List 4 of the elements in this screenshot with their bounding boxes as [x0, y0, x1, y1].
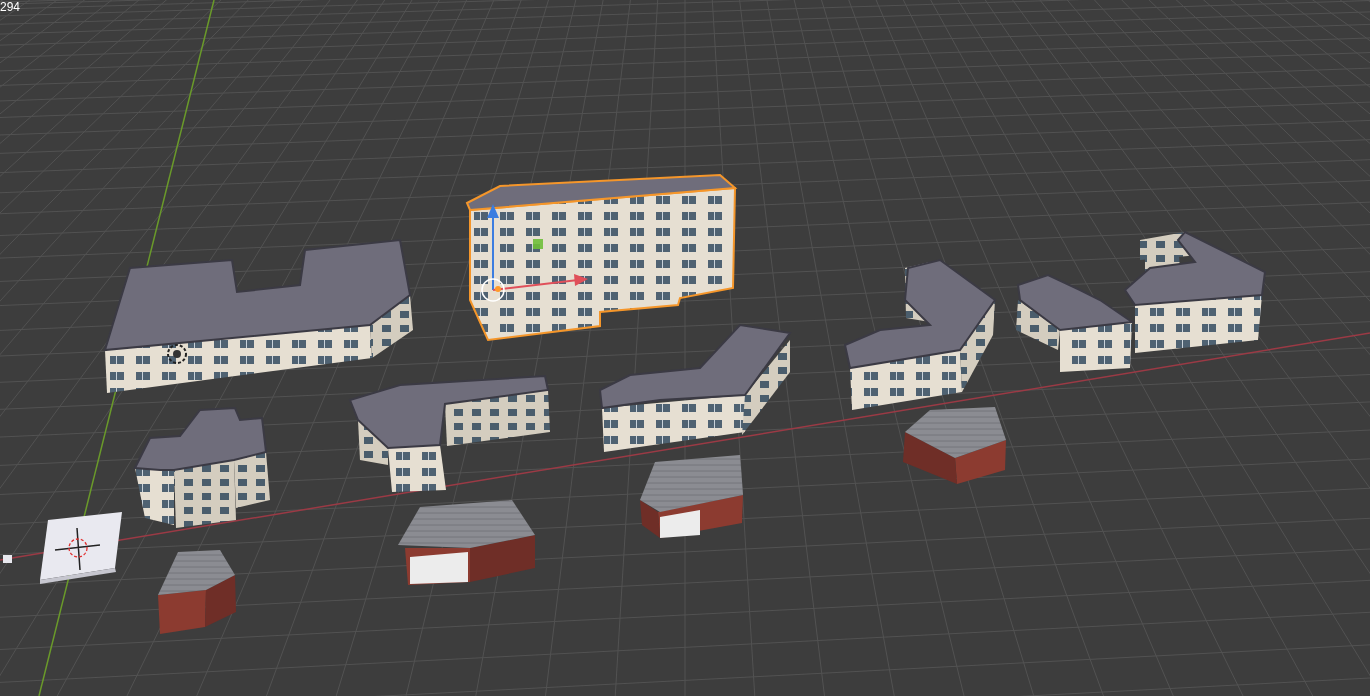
transform-gizmo-icon[interactable]	[481, 204, 588, 302]
3d-viewport[interactable]: 294	[0, 0, 1370, 696]
frame-counter-text: 294	[0, 0, 21, 14]
camera-target-icon	[167, 344, 187, 364]
